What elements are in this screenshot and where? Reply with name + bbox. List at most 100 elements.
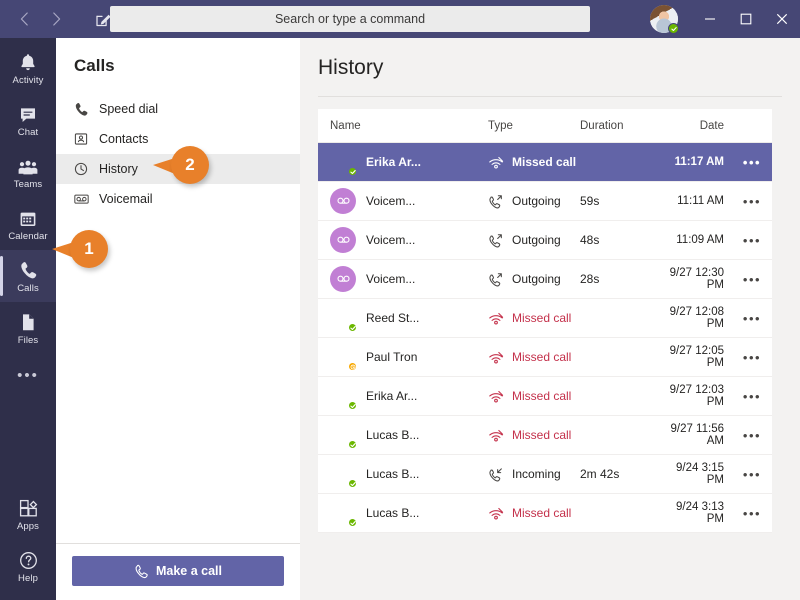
cell-type: Missed call bbox=[488, 389, 580, 403]
make-a-call-button[interactable]: Make a call bbox=[72, 556, 284, 586]
cell-date: 9/27 12:30 PM bbox=[669, 267, 724, 291]
cell-type: Missed call bbox=[488, 506, 580, 520]
call-type-label: Outgoing bbox=[512, 194, 561, 208]
call-type-label: Missed call bbox=[512, 155, 577, 169]
sidebar-item-apps[interactable]: Apps bbox=[0, 488, 56, 540]
cell-date: 9/27 11:56 AM bbox=[670, 423, 724, 447]
row-more-options-button[interactable]: ••• bbox=[732, 467, 772, 482]
sidebar-item-calendar[interactable]: Calendar bbox=[0, 198, 56, 250]
close-button[interactable] bbox=[764, 0, 800, 38]
contact-name: Reed St... bbox=[366, 311, 420, 325]
row-more-options-button[interactable]: ••• bbox=[732, 272, 772, 287]
table-row[interactable]: Lucas B... Missed call 9/27 11:56 AM ••• bbox=[318, 416, 772, 455]
call-type-label: Missed call bbox=[512, 428, 572, 442]
callout-number: 1 bbox=[70, 230, 108, 268]
phone-icon bbox=[134, 564, 148, 579]
presence-badge-available bbox=[347, 517, 358, 528]
cell-type: Outgoing bbox=[488, 272, 580, 287]
sidebar-item-teams[interactable]: Teams bbox=[0, 146, 56, 198]
calls-item-speed-dial[interactable]: Speed dial bbox=[56, 94, 300, 124]
cell-name: Lucas B... bbox=[318, 422, 488, 450]
nav-arrows bbox=[8, 4, 72, 34]
missed-call-icon bbox=[488, 312, 508, 325]
row-more-options-button[interactable]: ••• bbox=[732, 350, 772, 365]
avatar bbox=[330, 500, 358, 528]
table-row[interactable]: Paul Tron Missed call 9/27 12:05 PM ••• bbox=[318, 338, 772, 377]
table-row[interactable]: Voicem... Outgoing 48s 11:09 AM ••• bbox=[318, 221, 772, 260]
table-row[interactable]: Lucas B... Incoming 2m 42s 9/24 3:15 PM ••• bbox=[318, 455, 772, 494]
forward-button[interactable] bbox=[40, 4, 72, 34]
check-icon bbox=[349, 481, 356, 486]
row-more-options-button[interactable]: ••• bbox=[732, 311, 772, 326]
calls-item-label: History bbox=[99, 162, 138, 176]
cell-date: 11:11 AM bbox=[677, 195, 724, 207]
cell-type: Outgoing bbox=[488, 194, 580, 209]
column-header-date: Date bbox=[699, 119, 724, 132]
cell-name: Erika Ar... bbox=[318, 149, 488, 177]
contact-name: Erika Ar... bbox=[366, 389, 418, 403]
row-more-options-button[interactable]: ••• bbox=[732, 194, 772, 209]
maximize-button[interactable] bbox=[728, 0, 764, 38]
row-more-options-button[interactable]: ••• bbox=[732, 506, 772, 521]
sidebar-item-chat[interactable]: Chat bbox=[0, 94, 56, 146]
page-title: History bbox=[318, 56, 384, 79]
outgoing-call-icon bbox=[488, 194, 508, 209]
incoming-call-icon bbox=[488, 467, 508, 482]
outgoing-call-icon bbox=[488, 272, 508, 287]
teams-window: Search or type a command Activity Chat T… bbox=[0, 0, 800, 600]
row-more-options-button[interactable]: ••• bbox=[732, 428, 772, 443]
sidebar-item-calls[interactable]: Calls bbox=[0, 250, 56, 302]
table-row[interactable]: Reed St... Missed call 9/27 12:08 PM ••• bbox=[318, 299, 772, 338]
table-row[interactable]: Erika Ar... Missed call 9/27 12:03 PM ••• bbox=[318, 377, 772, 416]
minimize-icon bbox=[705, 18, 715, 20]
phone-icon bbox=[19, 258, 37, 280]
voicemail-icon bbox=[74, 192, 96, 206]
call-type-label: Missed call bbox=[512, 506, 572, 520]
avatar bbox=[330, 422, 358, 450]
row-more-options-button[interactable]: ••• bbox=[732, 233, 772, 248]
teams-icon bbox=[18, 154, 38, 176]
minimize-button[interactable] bbox=[692, 0, 728, 38]
calls-item-voicemail[interactable]: Voicemail bbox=[56, 184, 300, 214]
cell-name: Lucas B... bbox=[318, 461, 488, 489]
table-body: Erika Ar... Missed call 11:17 AM ••• Voicem.… bbox=[318, 143, 772, 533]
table-row[interactable]: Lucas B... Missed call 9/24 3:13 PM ••• bbox=[318, 494, 772, 533]
call-type-label: Missed call bbox=[512, 311, 572, 325]
sidebar-item-label: Calendar bbox=[8, 231, 48, 242]
outgoing-call-icon bbox=[488, 233, 508, 248]
contact-name: Erika Ar... bbox=[366, 155, 421, 169]
check-icon bbox=[349, 169, 356, 174]
column-header-duration: Duration bbox=[580, 119, 624, 132]
user-avatar[interactable] bbox=[650, 5, 679, 34]
app-body: Activity Chat Teams Calendar Calls Files… bbox=[0, 38, 800, 600]
sidebar-item-help[interactable]: Help bbox=[0, 540, 56, 592]
cell-name: Voicem... bbox=[318, 266, 488, 292]
sidebar-item-files[interactable]: Files bbox=[0, 302, 56, 354]
sidebar-more-button[interactable]: ••• bbox=[0, 354, 56, 396]
presence-badge-available bbox=[347, 166, 358, 177]
presence-badge-away bbox=[347, 361, 358, 372]
table-row[interactable]: Voicem... Outgoing 59s 11:11 AM ••• bbox=[318, 182, 772, 221]
call-type-label: Outgoing bbox=[512, 272, 561, 286]
back-button[interactable] bbox=[8, 4, 40, 34]
table-row[interactable]: Erika Ar... Missed call 11:17 AM ••• bbox=[318, 143, 772, 182]
cell-date: 9/27 12:05 PM bbox=[669, 345, 724, 369]
window-controls-group bbox=[650, 0, 800, 38]
table-row[interactable]: Voicem... Outgoing 28s 9/27 12:30 PM ••• bbox=[318, 260, 772, 299]
check-icon bbox=[670, 26, 677, 31]
row-more-options-button[interactable]: ••• bbox=[732, 389, 772, 404]
make-a-call-label: Make a call bbox=[155, 564, 222, 578]
close-icon bbox=[776, 13, 788, 25]
cell-type: Missed call bbox=[488, 311, 580, 325]
row-more-options-button[interactable]: ••• bbox=[732, 155, 772, 170]
sidebar-item-activity[interactable]: Activity bbox=[0, 42, 56, 94]
search-placeholder: Search or type a command bbox=[274, 12, 426, 26]
clock-icon bbox=[74, 162, 96, 176]
missed-call-icon bbox=[489, 312, 504, 324]
check-icon bbox=[349, 403, 356, 408]
sidebar-item-label: Apps bbox=[16, 521, 40, 532]
voicemail-icon bbox=[336, 236, 350, 243]
search-input[interactable]: Search or type a command bbox=[110, 6, 590, 32]
cell-type: Missed call bbox=[488, 428, 580, 442]
cell-date: 11:17 AM bbox=[674, 156, 724, 168]
